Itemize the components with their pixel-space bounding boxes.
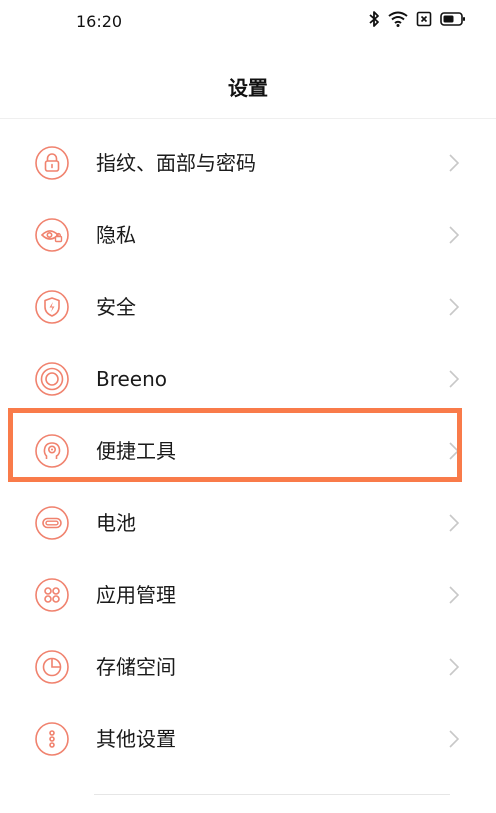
chevron-right-icon	[448, 729, 460, 749]
shield-bolt-icon	[34, 289, 70, 325]
chevron-right-icon	[448, 297, 460, 317]
status-bar: 16:20	[0, 0, 496, 44]
settings-item-label: 存储空间	[96, 655, 176, 679]
settings-item-label: Breeno	[96, 367, 168, 391]
settings-item-storage[interactable]: 存储空间	[0, 631, 496, 703]
settings-item-battery[interactable]: 电池	[0, 487, 496, 559]
sim-icon	[416, 11, 432, 27]
bottom-divider	[94, 794, 450, 795]
battery-icon	[440, 11, 466, 27]
settings-item-label: 应用管理	[96, 583, 176, 607]
header-divider	[0, 118, 496, 119]
status-time: 16:20	[76, 12, 123, 31]
chevron-right-icon	[448, 657, 460, 677]
bluetooth-icon	[368, 10, 380, 28]
settings-item-app-management[interactable]: 应用管理	[0, 559, 496, 631]
settings-item-label: 隐私	[96, 223, 136, 247]
highlight-box	[8, 408, 462, 482]
settings-item-label: 安全	[96, 295, 136, 319]
status-icons	[368, 10, 466, 28]
settings-item-other-settings[interactable]: 其他设置	[0, 703, 496, 775]
settings-item-label: 其他设置	[96, 727, 176, 751]
settings-item-fingerprint-face-password[interactable]: 指纹、面部与密码	[0, 127, 496, 199]
chevron-right-icon	[448, 225, 460, 245]
settings-item-privacy[interactable]: 隐私	[0, 199, 496, 271]
eye-lock-icon	[34, 217, 70, 253]
breeno-rings-icon	[34, 361, 70, 397]
chevron-right-icon	[448, 369, 460, 389]
settings-item-label: 电池	[96, 511, 136, 535]
wifi-icon	[388, 11, 408, 27]
chevron-right-icon	[448, 513, 460, 533]
battery-capsule-icon	[34, 505, 70, 541]
chevron-right-icon	[448, 585, 460, 605]
settings-item-label: 指纹、面部与密码	[96, 151, 256, 175]
settings-item-security[interactable]: 安全	[0, 271, 496, 343]
lock-icon	[34, 145, 70, 181]
more-dots-icon	[34, 721, 70, 757]
chevron-right-icon	[448, 153, 460, 173]
page-title: 设置	[228, 76, 268, 100]
apps-grid-icon	[34, 577, 70, 613]
settings-item-breeno[interactable]: Breeno	[0, 343, 496, 415]
storage-pie-icon	[34, 649, 70, 685]
